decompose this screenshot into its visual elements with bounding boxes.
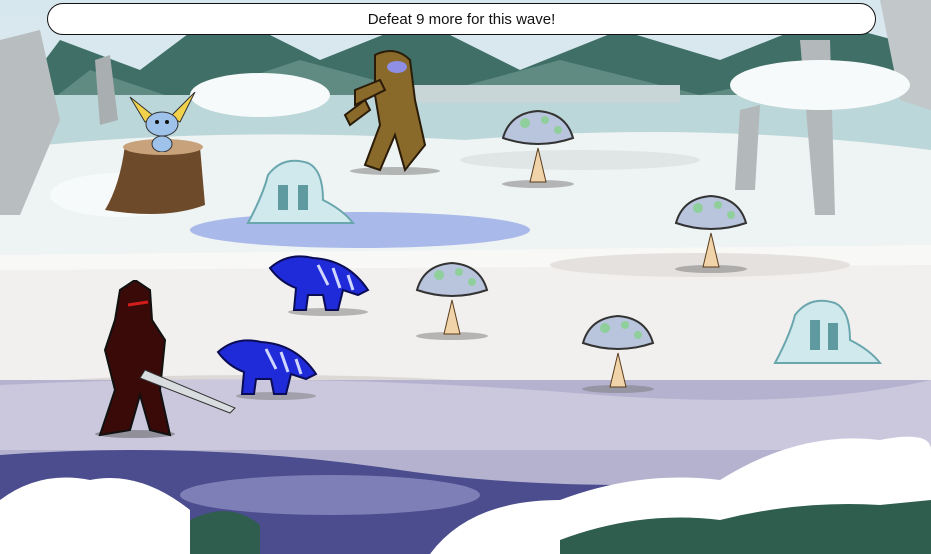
mushroom-creature-enemy[interactable] bbox=[414, 260, 490, 340]
wave-status-banner: Defeat 9 more for this wave! bbox=[47, 3, 876, 35]
wave-message: Defeat 9 more for this wave! bbox=[367, 10, 556, 28]
player-knight-character[interactable] bbox=[90, 280, 240, 440]
mushroom-creature-enemy[interactable] bbox=[673, 193, 749, 273]
moglin-pet-icon[interactable] bbox=[125, 92, 200, 152]
blue-lizard-enemy[interactable] bbox=[268, 250, 372, 316]
mushroom-creature-enemy[interactable] bbox=[500, 108, 576, 188]
battle-scene: Defeat 9 more for this wave! bbox=[0, 0, 931, 554]
ice-slime-enemy[interactable] bbox=[770, 295, 882, 367]
mushroom-creature-enemy[interactable] bbox=[580, 313, 656, 393]
ice-slime-enemy[interactable] bbox=[243, 155, 355, 227]
